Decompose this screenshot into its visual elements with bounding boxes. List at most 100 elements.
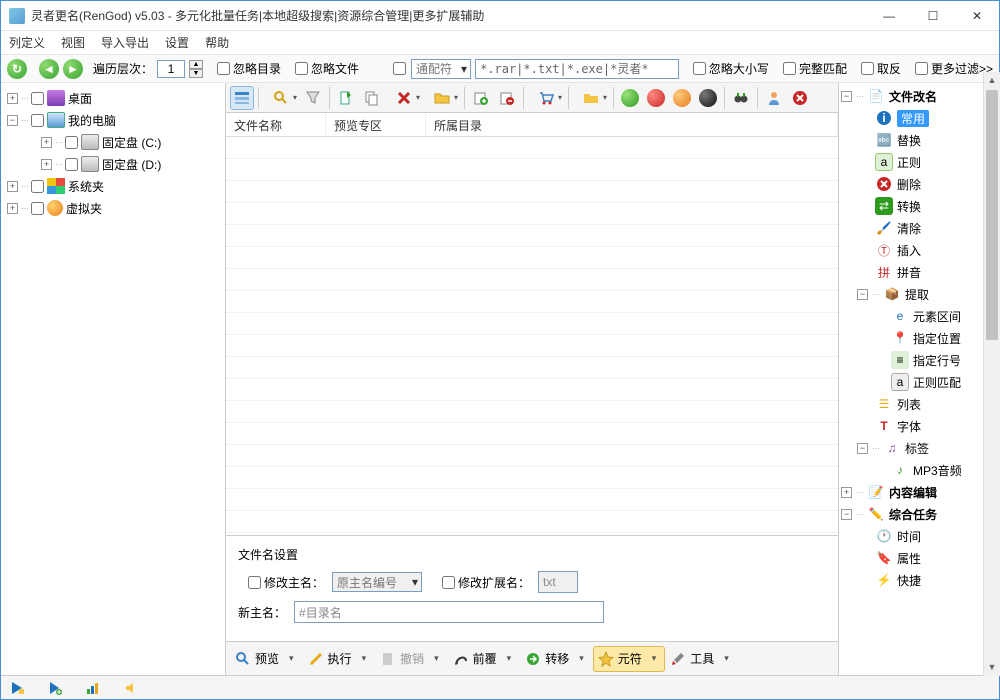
rp-convert[interactable]: ⇄转换 [841, 195, 997, 217]
col-dir[interactable]: 所属目录 [426, 113, 838, 136]
nav-forward-button[interactable]: ► [63, 59, 83, 79]
pause-button[interactable] [670, 86, 694, 110]
file-grid[interactable] [226, 137, 838, 535]
rp-pinyin[interactable]: 拼拼音 [841, 261, 997, 283]
minimize-button[interactable]: — [875, 6, 903, 26]
rp-delete[interactable]: 删除 [841, 173, 997, 195]
stop-button[interactable] [644, 86, 668, 110]
go-button[interactable] [618, 86, 642, 110]
move-button[interactable]: 转移 [520, 646, 593, 672]
filename-settings-panel: 文件名设置 修改主名： 原主名编号 修改扩展名： 新主名： [226, 535, 838, 641]
binoculars-button[interactable] [729, 86, 753, 110]
sb-chart-icon[interactable] [85, 680, 101, 696]
filter-toolbar: ↻ ◄ ► 遍历层次： ▲▼ 忽略目录 忽略文件 通配符 忽略大小写 完整匹配 … [1, 55, 999, 83]
settings-title: 文件名设置 [238, 546, 826, 563]
wildcard-checkbox[interactable]: 通配符 [393, 59, 471, 79]
sb-play-icon[interactable] [9, 680, 25, 696]
open-folder-button[interactable] [424, 86, 460, 110]
folder-action-button[interactable] [573, 86, 609, 110]
rp-insert[interactable]: Ⓣ插入 [841, 239, 997, 261]
tree-desktop[interactable]: +⋯桌面 [3, 87, 223, 109]
menu-help[interactable]: 帮助 [205, 34, 229, 51]
modify-ext-checkbox[interactable]: 修改扩展名： [442, 574, 530, 591]
rp-regex[interactable]: a正则 [841, 151, 997, 173]
rp-font[interactable]: T字体 [841, 415, 997, 437]
sb-play-add-icon[interactable] [47, 680, 63, 696]
rp-time[interactable]: 🕐时间 [841, 525, 997, 547]
meta-button[interactable]: 元符 [593, 646, 666, 672]
col-filename[interactable]: 文件名称 [226, 113, 326, 136]
rp-regex-match[interactable]: a正则匹配 [841, 371, 997, 393]
filter-clear-button[interactable] [301, 86, 325, 110]
export-button[interactable] [334, 86, 358, 110]
sb-sound-icon[interactable] [123, 680, 139, 696]
ignore-case-checkbox[interactable]: 忽略大小写 [693, 60, 769, 77]
new-main-input[interactable] [294, 601, 604, 623]
depth-spinner[interactable]: ▲▼ [189, 60, 203, 78]
close-button[interactable]: ✕ [963, 6, 991, 26]
maximize-button[interactable]: ☐ [919, 6, 947, 26]
menu-columns[interactable]: 列定义 [9, 34, 45, 51]
rp-clear[interactable]: 🖌️清除 [841, 217, 997, 239]
menu-import-export[interactable]: 导入导出 [101, 34, 149, 51]
tree-system[interactable]: +⋯系统夹 [3, 175, 223, 197]
menu-settings[interactable]: 设置 [165, 34, 189, 51]
more-filter-checkbox[interactable]: 更多过滤>> [915, 60, 993, 77]
folder-tree[interactable]: +⋯桌面 −⋯我的电脑 +⋯固定盘 (C:) +⋯固定盘 (D:) +⋯系统夹 … [1, 83, 226, 675]
tools-button[interactable]: 工具 [665, 646, 738, 672]
rp-element-range[interactable]: e元素区间 [841, 305, 997, 327]
forward-button[interactable]: 前覆 [448, 646, 521, 672]
nav-back-button[interactable]: ◄ [39, 59, 59, 79]
record-button[interactable] [696, 86, 720, 110]
scrollbar-vertical[interactable]: ▲ ▼ [983, 72, 1000, 676]
tree-disk-c[interactable]: +⋯固定盘 (C:) [3, 131, 223, 153]
invert-checkbox[interactable]: 取反 [861, 60, 901, 77]
grid-header: 文件名称 预览专区 所属目录 [226, 113, 838, 137]
menu-view[interactable]: 视图 [61, 34, 85, 51]
scrollbar-thumb[interactable] [986, 90, 998, 340]
rp-composite[interactable]: −⋯✏️综合任务 [841, 503, 997, 525]
rp-content-edit[interactable]: +⋯📝内容编辑 [841, 481, 997, 503]
rp-tag[interactable]: −⋯♫标签 [841, 437, 997, 459]
rp-mp3[interactable]: ♪MP3音频 [841, 459, 997, 481]
col-preview[interactable]: 预览专区 [326, 113, 426, 136]
titlebar: 灵者更名(RenGod) v5.03 - 多元化批量任务|本地超级搜索|资源综合… [1, 1, 999, 31]
rp-rename[interactable]: −⋯📄文件改名 [841, 85, 997, 107]
statusbar [1, 675, 999, 699]
app-icon [9, 8, 25, 24]
delete-button[interactable] [386, 86, 422, 110]
rp-specify-line[interactable]: ≡指定行号 [841, 349, 997, 371]
rp-list[interactable]: ☰列表 [841, 393, 997, 415]
ext-input[interactable] [538, 571, 578, 593]
depth-input[interactable] [157, 60, 185, 78]
filter-pattern-input[interactable] [475, 59, 679, 79]
tree-virtual[interactable]: +⋯虚拟夹 [3, 197, 223, 219]
cart-button[interactable] [528, 86, 564, 110]
remove-button[interactable] [495, 86, 519, 110]
ignore-dir-checkbox[interactable]: 忽略目录 [217, 60, 281, 77]
rp-shortcut[interactable]: ⚡快捷 [841, 569, 997, 591]
execute-button[interactable]: 执行 [303, 646, 376, 672]
preview-button[interactable]: 预览 [230, 646, 303, 672]
error-button[interactable] [788, 86, 812, 110]
rp-attr[interactable]: 🔖属性 [841, 547, 997, 569]
add-button[interactable] [469, 86, 493, 110]
ignore-file-checkbox[interactable]: 忽略文件 [295, 60, 359, 77]
rp-extract[interactable]: −⋯📦提取 [841, 283, 997, 305]
task-tree[interactable]: −⋯📄文件改名 i常用 🔤替换 a正则 删除 ⇄转换 🖌️清除 Ⓣ插入 拼拼音 … [839, 83, 999, 675]
tree-disk-d[interactable]: +⋯固定盘 (D:) [3, 153, 223, 175]
search-button[interactable] [263, 86, 299, 110]
user-button[interactable] [762, 86, 786, 110]
refresh-button[interactable]: ↻ [7, 59, 27, 79]
main-name-type-combo[interactable]: 原主名编号 [332, 572, 422, 592]
rp-specify-pos[interactable]: 📍指定位置 [841, 327, 997, 349]
full-match-checkbox[interactable]: 完整匹配 [783, 60, 847, 77]
center-toolbar [226, 83, 838, 113]
tree-computer[interactable]: −⋯我的电脑 [3, 109, 223, 131]
modify-main-checkbox[interactable]: 修改主名： [248, 574, 324, 591]
copy-button[interactable] [360, 86, 384, 110]
view-list-button[interactable] [230, 86, 254, 110]
rp-replace[interactable]: 🔤替换 [841, 129, 997, 151]
rp-common[interactable]: i常用 [841, 107, 997, 129]
undo-button[interactable]: 撤销 [375, 646, 448, 672]
